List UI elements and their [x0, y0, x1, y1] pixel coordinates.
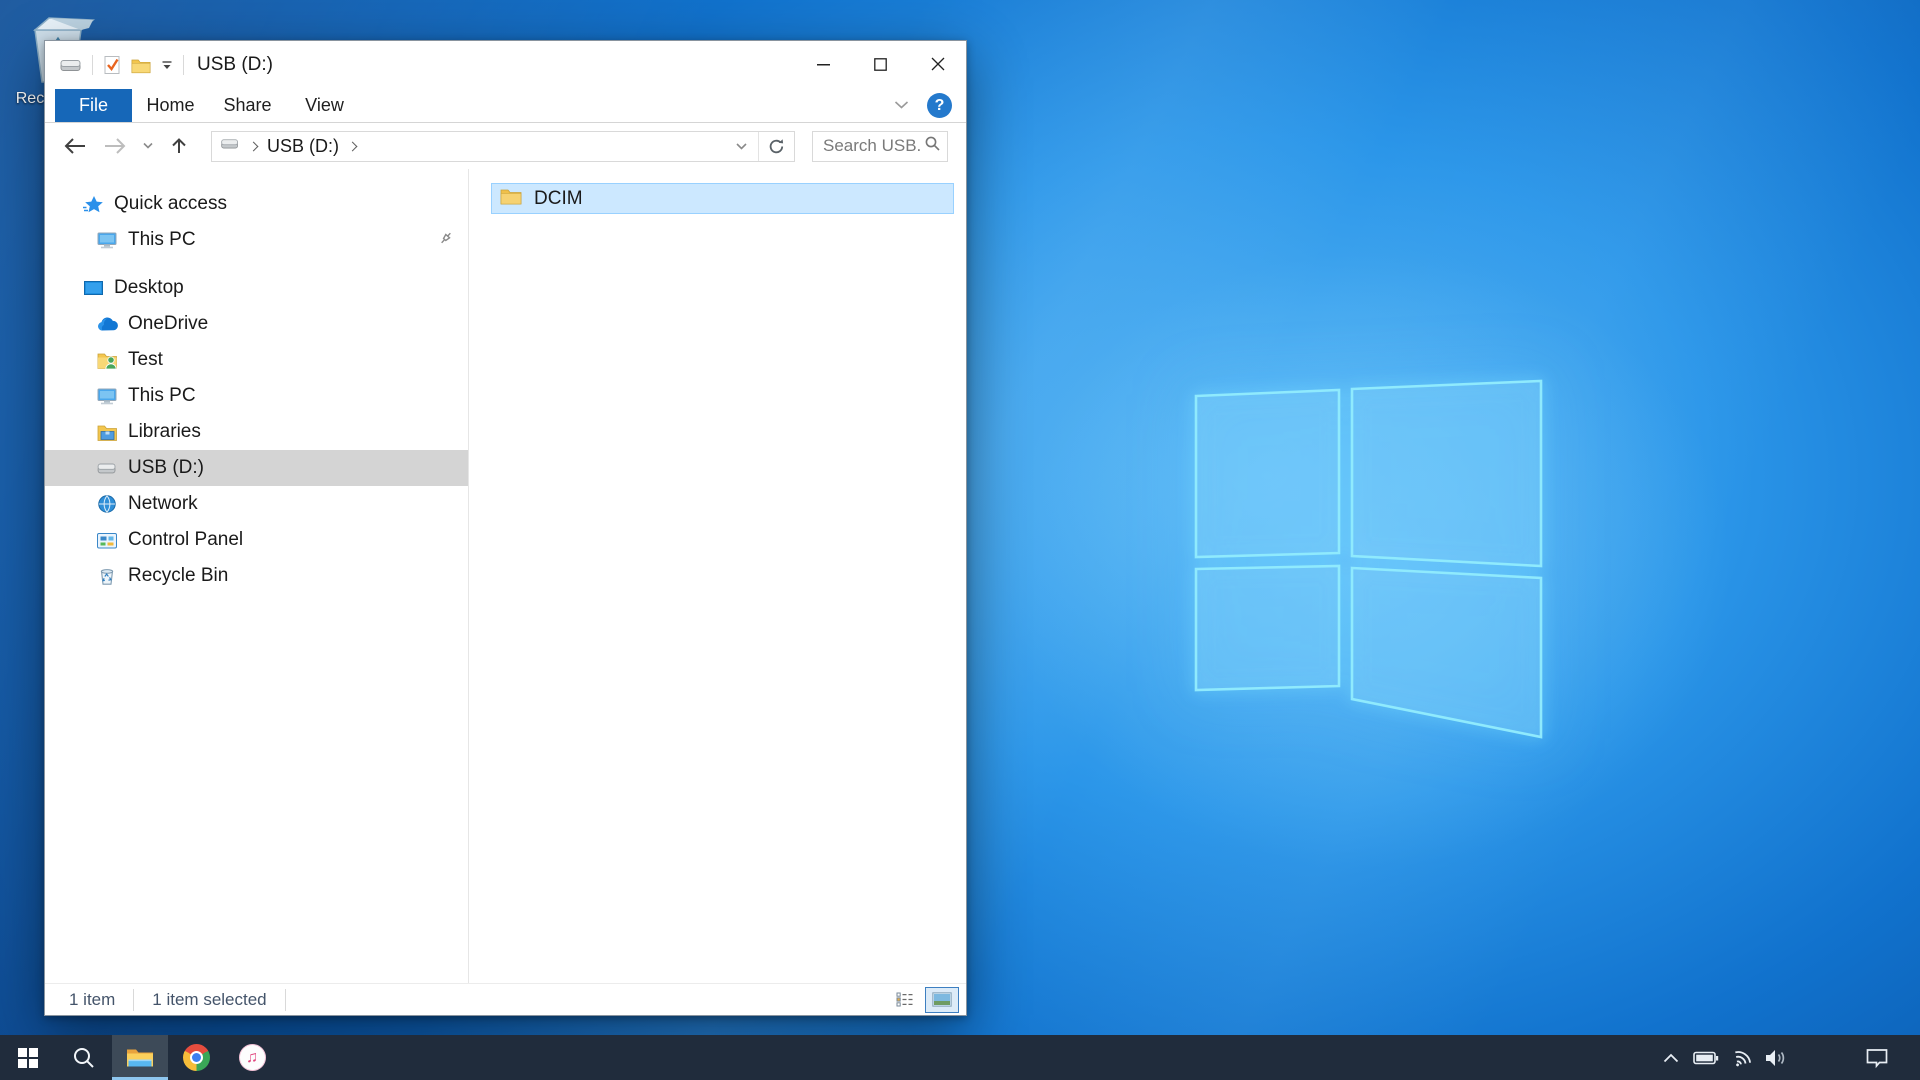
forward-button[interactable] — [95, 129, 135, 163]
start-button[interactable] — [0, 1035, 56, 1080]
refresh-button[interactable] — [758, 132, 794, 161]
quick-access-icon — [81, 195, 105, 214]
window-title: USB (D:) — [197, 54, 273, 76]
control-panel-icon — [95, 531, 119, 550]
search-icon[interactable] — [924, 135, 941, 157]
recent-locations-button[interactable] — [135, 129, 161, 163]
system-tray — [1653, 1035, 1920, 1080]
caption-buttons — [795, 41, 966, 87]
tray-expand-button[interactable] — [1653, 1035, 1688, 1080]
search-input[interactable] — [821, 135, 924, 157]
item-count: 1 item — [69, 990, 115, 1010]
wifi-icon — [1729, 1047, 1753, 1069]
minimize-button[interactable] — [795, 41, 852, 87]
taskbar: ♫ — [0, 1035, 1920, 1080]
file-name: DCIM — [534, 188, 583, 210]
tab-view[interactable]: View — [286, 89, 363, 122]
properties-button[interactable] — [102, 55, 122, 75]
itunes-icon: ♫ — [239, 1044, 266, 1071]
up-button[interactable] — [161, 129, 197, 163]
volume-status[interactable] — [1758, 1035, 1793, 1080]
sidebar-item-control-panel[interactable]: Control Panel — [45, 522, 468, 558]
sidebar-item-quick-access[interactable]: Quick access — [45, 186, 468, 222]
network-status[interactable] — [1723, 1035, 1758, 1080]
this-pc-icon — [95, 386, 119, 406]
breadcrumb-drive[interactable]: USB (D:) — [267, 136, 339, 157]
status-separator — [133, 989, 134, 1011]
folder-icon — [500, 187, 522, 210]
sidebar-item-this-pc-pinned[interactable]: This PC — [45, 222, 468, 258]
breadcrumb-chevron[interactable] — [249, 141, 259, 151]
view-toggle-buttons — [888, 984, 962, 1015]
sidebar-item-this-pc[interactable]: This PC — [45, 378, 468, 414]
thumbnail-view-button[interactable] — [925, 987, 959, 1013]
libraries-icon — [95, 423, 119, 442]
minimize-ribbon-button[interactable] — [894, 97, 909, 115]
pin-icon — [438, 230, 454, 251]
navigation-bar: USB (D:) — [45, 123, 966, 169]
taskbar-itunes-button[interactable]: ♫ — [224, 1035, 280, 1080]
search-icon — [72, 1046, 96, 1070]
close-button[interactable] — [909, 41, 966, 87]
speaker-icon — [1764, 1048, 1788, 1068]
tab-share[interactable]: Share — [209, 89, 286, 122]
customize-toolbar-button[interactable] — [160, 59, 174, 71]
window-content: Quick access This PC Desktop — [45, 169, 966, 983]
file-item-dcim[interactable]: DCIM — [491, 183, 954, 214]
taskbar-file-explorer-button[interactable] — [112, 1035, 168, 1080]
chevron-up-icon — [1663, 1053, 1679, 1063]
desktop-icon — [81, 279, 105, 297]
ribbon-tab-bar: File Home Share View ? — [45, 89, 966, 123]
new-folder-button[interactable] — [131, 57, 151, 74]
action-center-button[interactable] — [1859, 1035, 1894, 1080]
search-box[interactable] — [812, 131, 948, 162]
toolbar-separator — [92, 55, 93, 75]
action-center-icon — [1865, 1047, 1889, 1069]
details-view-button[interactable] — [888, 987, 922, 1013]
sidebar-item-network[interactable]: Network — [45, 486, 468, 522]
selection-count: 1 item selected — [152, 990, 266, 1010]
help-button[interactable]: ? — [927, 93, 952, 118]
sidebar-item-desktop[interactable]: Desktop — [45, 270, 468, 306]
toolbar-separator — [183, 55, 184, 75]
sidebar-item-test[interactable]: Test — [45, 342, 468, 378]
quick-access-toolbar: USB (D:) — [45, 41, 273, 89]
address-bar[interactable]: USB (D:) — [211, 131, 795, 162]
sidebar-item-libraries[interactable]: Libraries — [45, 414, 468, 450]
usb-drive-system-icon[interactable] — [59, 56, 83, 74]
status-bar: 1 item 1 item selected — [45, 983, 966, 1015]
windows-logo — [1150, 340, 1580, 770]
sidebar-item-onedrive[interactable]: OneDrive — [45, 306, 468, 342]
battery-icon — [1693, 1048, 1719, 1068]
file-list-pane[interactable]: DCIM — [469, 169, 966, 983]
onedrive-icon — [95, 316, 119, 332]
battery-status[interactable] — [1688, 1035, 1723, 1080]
sidebar-item-recycle-bin[interactable]: Recycle Bin — [45, 558, 468, 594]
recycle-bin-icon — [95, 566, 119, 586]
tab-home[interactable]: Home — [132, 89, 209, 122]
user-folder-icon — [95, 351, 119, 370]
address-usb-drive-icon — [220, 136, 240, 156]
file-explorer-window: USB (D:) File Home Share View ? — [44, 40, 967, 1016]
tab-file[interactable]: File — [55, 89, 132, 122]
this-pc-icon — [95, 230, 119, 250]
usb-drive-icon — [95, 460, 119, 476]
taskbar-chrome-button[interactable] — [168, 1035, 224, 1080]
taskbar-search-button[interactable] — [56, 1035, 112, 1080]
chrome-icon — [183, 1044, 210, 1071]
address-dropdown-button[interactable] — [725, 132, 758, 161]
breadcrumb-chevron[interactable] — [348, 141, 358, 151]
back-button[interactable] — [55, 129, 95, 163]
status-separator — [285, 989, 286, 1011]
title-bar[interactable]: USB (D:) — [45, 41, 966, 89]
network-icon — [95, 494, 119, 514]
sidebar-item-usb-drive[interactable]: USB (D:) — [45, 450, 468, 486]
maximize-button[interactable] — [852, 41, 909, 87]
windows-start-icon — [18, 1048, 38, 1068]
file-explorer-icon — [126, 1047, 154, 1069]
navigation-pane: Quick access This PC Desktop — [45, 169, 469, 983]
